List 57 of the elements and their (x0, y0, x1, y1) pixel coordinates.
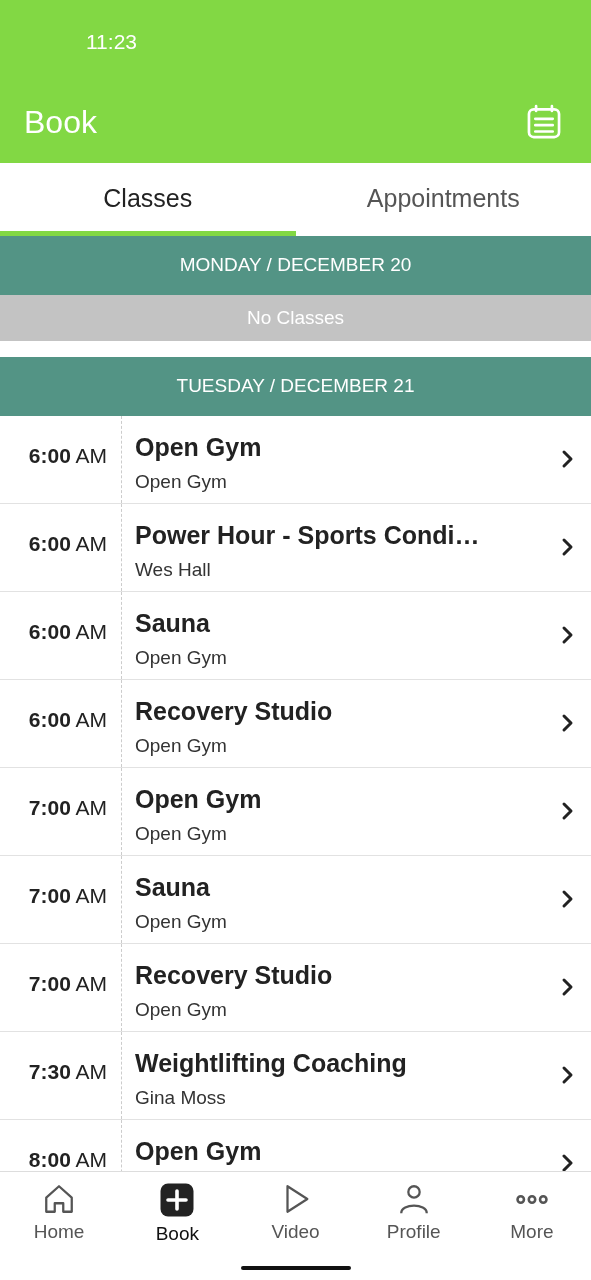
class-subtitle: Gina Moss (135, 1086, 227, 1111)
class-title: Recovery Studio (135, 960, 334, 991)
class-row[interactable]: 7:00 AM Open Gym Open Gym (0, 768, 591, 856)
class-time: 6:00 AM (28, 443, 107, 469)
class-time: 6:00 AM (28, 531, 107, 557)
class-time: 7:00 AM (28, 971, 107, 997)
chevron-right-icon (560, 1065, 574, 1085)
class-title: Weightlifting Coaching (135, 1048, 408, 1079)
class-row[interactable]: 6:00 AM Power Hour - Sports Condi… Wes Hall (0, 504, 591, 592)
plus-icon (159, 1182, 196, 1218)
class-time: 6:00 AM (28, 707, 107, 733)
empty-message: No Classes (0, 295, 591, 341)
nav-item[interactable]: Video (236, 1182, 355, 1249)
class-subtitle: Open Gym (135, 998, 228, 1023)
class-title: Open Gym (135, 432, 263, 463)
class-row[interactable]: 7:30 AM Weightlifting Coaching Gina Moss (0, 1032, 591, 1120)
chevron-right-icon (560, 625, 574, 645)
class-time: 7:00 AM (28, 795, 107, 821)
class-row[interactable]: 6:00 AM Recovery Studio Open Gym (0, 680, 591, 768)
calendar-icon (525, 102, 563, 141)
class-subtitle: Open Gym (135, 910, 228, 935)
class-subtitle: Open Gym (135, 822, 228, 847)
chevron-right-icon (560, 801, 574, 821)
chevron-right-icon (560, 713, 574, 733)
class-title: Open Gym (135, 1136, 263, 1167)
class-title: Recovery Studio (135, 696, 334, 727)
class-title: Sauna (135, 872, 212, 903)
class-row[interactable]: 6:00 AM Sauna Open Gym (0, 592, 591, 680)
class-row[interactable]: 7:00 AM Recovery Studio Open Gym (0, 944, 591, 1032)
class-title: Sauna (135, 608, 212, 639)
chevron-right-icon (560, 889, 574, 909)
chevron-right-icon (560, 537, 574, 557)
class-subtitle: Open Gym (135, 734, 228, 759)
class-subtitle: Wes Hall (135, 558, 212, 583)
day-header: MONDAY / DECEMBER 20 (0, 236, 591, 295)
page-title: Book (24, 102, 97, 142)
nav-item[interactable]: More (472, 1182, 591, 1249)
class-row[interactable]: 6:00 AM Open Gym Open Gym (0, 416, 591, 504)
class-time: 7:00 AM (28, 883, 107, 909)
nav-item[interactable]: Profile (354, 1182, 473, 1249)
chevron-right-icon (560, 977, 574, 997)
class-title: Open Gym (135, 784, 263, 815)
class-time: 7:30 AM (28, 1059, 107, 1085)
tab[interactable]: Appointments (295, 163, 591, 236)
status-time: 11:23 (86, 30, 137, 53)
day-header: TUESDAY / DECEMBER 21 (0, 357, 591, 416)
class-time: 6:00 AM (28, 619, 107, 645)
more-icon (514, 1194, 549, 1204)
nav-item[interactable]: Book (118, 1182, 237, 1249)
class-title: Power Hour - Sports Condi… (135, 520, 481, 551)
class-row[interactable]: 7:00 AM Sauna Open Gym (0, 856, 591, 944)
class-time: 8:00 AM (28, 1147, 107, 1171)
nav-item[interactable]: Home (0, 1182, 119, 1249)
class-subtitle: Open Gym (135, 646, 228, 671)
chevron-right-icon (560, 449, 574, 469)
chevron-right-icon (560, 1153, 574, 1171)
class-subtitle: Open Gym (135, 470, 228, 495)
